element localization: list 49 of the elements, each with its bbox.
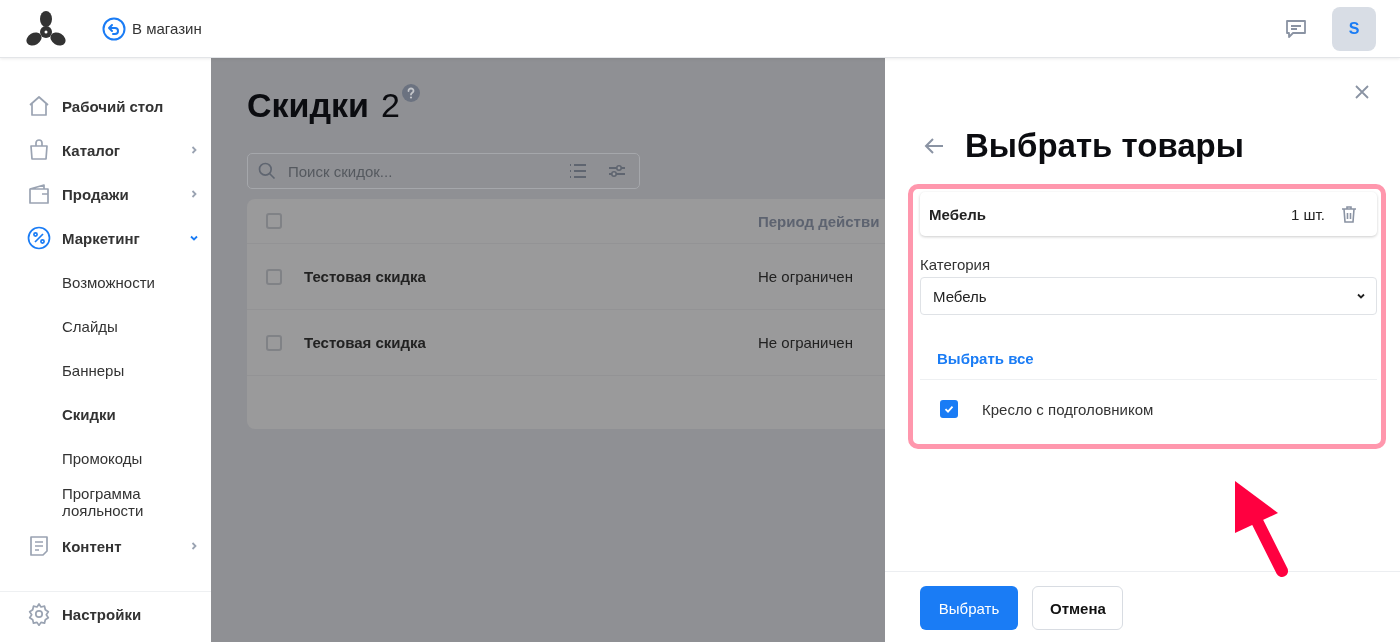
- sidebar-item[interactable]: Рабочий стол: [0, 84, 211, 128]
- checkbox[interactable]: [940, 400, 958, 418]
- sidebar-subitem[interactable]: Возможности: [0, 260, 211, 304]
- sidebar-item[interactable]: Настройки: [0, 592, 211, 636]
- chevron-down-icon: [1356, 291, 1366, 301]
- chevron-right-icon: [189, 189, 199, 199]
- select-all-link[interactable]: Выбрать все: [920, 315, 1377, 380]
- checkbox[interactable]: [266, 268, 282, 285]
- sidebar-subitem[interactable]: Программа лояльности: [0, 480, 211, 524]
- chevron-right-icon: [189, 145, 199, 155]
- column-header: Период действи: [758, 212, 880, 230]
- table-cell: Не ограничен: [758, 334, 853, 351]
- sidebar-subitem[interactable]: Баннеры: [0, 348, 211, 392]
- sidebar-item[interactable]: Контент: [0, 524, 211, 568]
- sidebar-subitem[interactable]: Скидки: [0, 392, 211, 436]
- sidebar-subitem[interactable]: Промокоды: [0, 436, 211, 480]
- field-label: Категория: [920, 256, 992, 273]
- settings-icon: [27, 602, 51, 626]
- category-select[interactable]: Мебель: [920, 277, 1377, 315]
- group-name: Мебель: [929, 205, 987, 223]
- chevron-down-icon: [189, 233, 199, 243]
- table-cell-text: Тестовая скидка: [304, 268, 427, 285]
- quantity-label: 1 шт.: [1291, 205, 1325, 223]
- search-icon: [257, 161, 277, 181]
- trash-icon[interactable]: [1339, 204, 1359, 224]
- chevron-right-icon: [189, 541, 199, 551]
- table-cell-text: Тестовая скидка: [304, 334, 427, 351]
- select-button[interactable]: Выбрать: [920, 586, 1018, 630]
- help-icon[interactable]: [401, 84, 420, 102]
- store-link[interactable]: В магазин: [102, 16, 202, 41]
- sidebar-item[interactable]: Маркетинг: [0, 216, 211, 260]
- back-circle-icon: [102, 16, 126, 41]
- sidebar-subitem[interactable]: Слайды: [0, 304, 211, 348]
- list-icon[interactable]: [568, 161, 588, 181]
- sidebar-item[interactable]: Каталог: [0, 128, 211, 172]
- page-title: Скидки: [247, 85, 369, 126]
- count-label: 2: [381, 85, 400, 126]
- sidebar-item[interactable]: Продажи: [0, 172, 211, 216]
- checkbox[interactable]: [266, 213, 282, 229]
- checkbox[interactable]: [266, 334, 282, 351]
- close-icon[interactable]: [1354, 84, 1370, 100]
- cancel-button[interactable]: Отмена: [1032, 586, 1123, 630]
- search-input[interactable]: Поиск скидок...: [286, 161, 549, 181]
- search-field[interactable]: Поиск скидок...: [247, 153, 640, 189]
- product-name: Кресло с подголовником: [982, 400, 1154, 418]
- check-icon: [943, 403, 955, 415]
- panel-title: Выбрать товары: [965, 127, 1244, 165]
- logo-icon[interactable]: [26, 10, 66, 47]
- table-cell: Не ограничен: [758, 268, 853, 285]
